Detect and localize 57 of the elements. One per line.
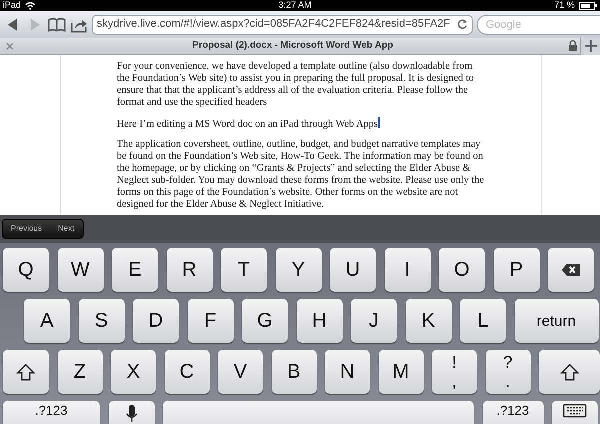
numbers-key[interactable]: .?123 — [482, 401, 544, 424]
letter-key[interactable]: B — [272, 350, 316, 394]
battery-icon — [579, 2, 597, 10]
return-key[interactable]: return — [514, 299, 598, 343]
shift-icon — [560, 362, 580, 382]
lock-icon — [566, 40, 580, 52]
letter-key[interactable]: E — [112, 248, 158, 292]
battery-percent: 71 % — [554, 0, 575, 11]
keyboard-icon — [563, 404, 587, 418]
new-tab-button[interactable] — [580, 38, 600, 54]
punctuation-key[interactable]: ! , — [432, 350, 477, 394]
shift-icon — [16, 362, 36, 382]
letter-key[interactable]: G — [242, 299, 288, 343]
letter-key[interactable]: R — [166, 248, 212, 292]
shift-key[interactable] — [539, 350, 600, 394]
previous-button[interactable]: Previous — [3, 220, 50, 238]
letter-key[interactable]: T — [221, 248, 267, 292]
document-paragraph: The application coversheet, outline, outline, budget, and budget narrative templates may be found on the Foundation’s Web site, How-To Geek. The information may be found on the homepage, or by clicking on “Grants & Projects” and selecting the Elder Abuse & Neglect sub-folder. You may download these forms from the website. Please use only the forms on this page of the Foundation’s website. Other forms on the website are not designed for the Elder Abuse & Neglect Initiative. — [117, 139, 486, 211]
letter-key[interactable]: L — [460, 299, 506, 343]
address-field[interactable]: skydrive.live.com/#!/view.aspx?cid=085FA2F4C2FEF824&resid=85FA2F — [92, 14, 473, 34]
letter-key[interactable]: D — [133, 299, 179, 343]
numbers-key[interactable]: .?123 — [3, 401, 100, 424]
letter-key[interactable]: M — [378, 350, 424, 394]
plus-icon — [584, 40, 596, 52]
letter-key[interactable]: Z — [58, 350, 102, 394]
letter-key[interactable]: V — [218, 350, 263, 394]
microphone-icon — [124, 404, 138, 423]
tab-title: Proposal (2).docx - Microsoft Word Web App — [192, 38, 394, 53]
device-name: iPad — [3, 0, 22, 11]
document-paragraph: Here I’m editing a MS Word doc on an iPad through Web Apps — [117, 117, 382, 131]
letter-key[interactable]: X — [111, 350, 156, 394]
letter-key[interactable]: Y — [276, 248, 322, 292]
letter-key[interactable]: P — [494, 248, 540, 292]
letter-key[interactable]: N — [325, 350, 370, 394]
reload-icon[interactable] — [457, 19, 468, 30]
wifi-icon — [25, 2, 36, 10]
letter-key[interactable]: Q — [3, 248, 49, 292]
letter-key[interactable]: O — [439, 248, 485, 292]
backspace-key[interactable] — [548, 248, 594, 292]
next-button[interactable]: Next — [50, 220, 83, 238]
letter-key[interactable]: K — [406, 299, 452, 343]
clock-time: 3:27 AM — [278, 0, 312, 11]
letter-key[interactable]: I — [384, 248, 430, 292]
letter-key[interactable]: J — [351, 299, 397, 343]
backspace-icon — [560, 262, 582, 278]
punctuation-key[interactable]: ? . — [486, 350, 530, 394]
letter-key[interactable]: H — [296, 299, 342, 343]
letter-key[interactable]: W — [58, 248, 104, 292]
search-field[interactable]: Google — [477, 14, 600, 34]
document-paragraph: For your convenience, we have developed a template outline (also downloadable from the Foundation’s Web site) to assist you in preparing the full proposal. It is designed to ensure that that the applicant’s address all of the evaluation criteria. Please follow the format and use the specified headers — [117, 61, 476, 109]
book-icon — [48, 16, 66, 34]
shift-key[interactable] — [3, 350, 49, 394]
letter-key[interactable]: S — [78, 299, 124, 343]
letter-key[interactable]: F — [188, 299, 234, 343]
letter-key[interactable]: C — [164, 350, 210, 394]
letter-key[interactable]: A — [24, 299, 70, 343]
letter-key[interactable]: U — [330, 248, 376, 292]
